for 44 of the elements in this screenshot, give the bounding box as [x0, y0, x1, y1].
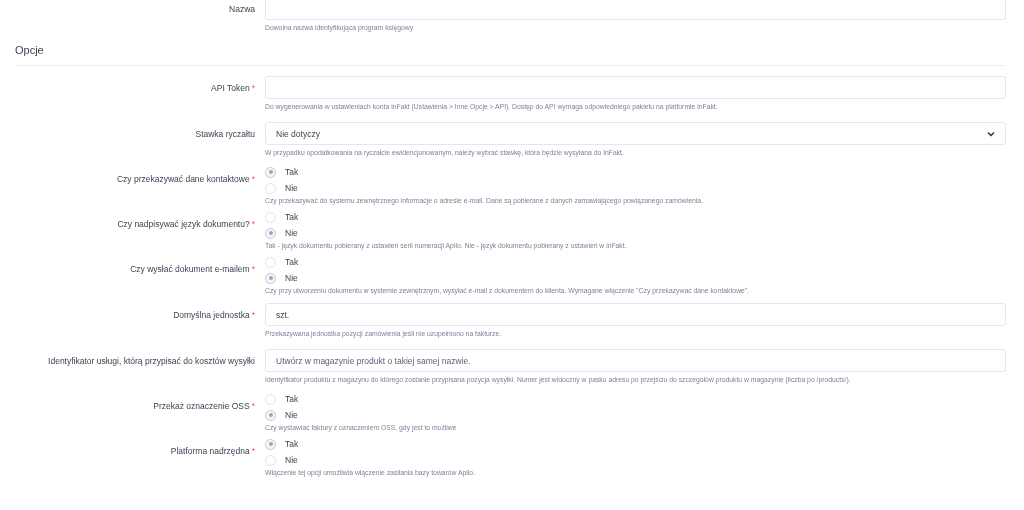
- radio-button[interactable]: [265, 227, 276, 239]
- required-mark: *: [251, 83, 255, 93]
- option-label[interactable]: Nie: [285, 455, 298, 465]
- option-label[interactable]: Tak: [285, 439, 299, 449]
- field-label: Czy przekazywać dane kontaktowe: [116, 174, 250, 184]
- required-mark: *: [251, 446, 255, 456]
- radio-button[interactable]: [265, 438, 276, 450]
- option-label[interactable]: Nie: [285, 410, 298, 420]
- required-mark: *: [251, 401, 255, 411]
- radio-button[interactable]: [265, 393, 276, 405]
- option-label[interactable]: Tak: [285, 167, 299, 177]
- chevron-down-icon: [987, 130, 995, 137]
- text-field[interactable]: szt.: [265, 303, 1006, 326]
- text-field[interactable]: [265, 76, 1006, 99]
- field-label: Identyfikator usługi, którą przypisać do kosztów wysyłki: [48, 356, 255, 366]
- radio-button[interactable]: [265, 454, 276, 466]
- field-label: Domyślna jednostka: [173, 310, 250, 320]
- radio-button[interactable]: [265, 256, 276, 268]
- field-label: Czy wysłać dokument e-mailem: [130, 264, 250, 274]
- option-label[interactable]: Tak: [285, 257, 299, 267]
- option-label[interactable]: Tak: [285, 394, 299, 404]
- select-dropdown[interactable]: Nie dotyczy: [265, 122, 1006, 145]
- required-mark: *: [251, 264, 255, 274]
- option-label[interactable]: Nie: [285, 273, 298, 283]
- field-label: Platforma nadrzędna: [170, 446, 250, 456]
- option-label[interactable]: Nie: [285, 228, 298, 238]
- radio-button[interactable]: [265, 409, 276, 421]
- radio-button[interactable]: [265, 182, 276, 194]
- field-label: API Token: [211, 83, 250, 93]
- option-label[interactable]: Tak: [285, 212, 299, 222]
- required-mark: *: [251, 310, 255, 320]
- option-label[interactable]: Nie: [285, 183, 298, 193]
- required-mark: *: [251, 174, 255, 184]
- radio-button[interactable]: [265, 272, 276, 284]
- required-mark: *: [251, 219, 255, 229]
- radio-button[interactable]: [265, 211, 276, 223]
- section-heading: Opcje: [15, 43, 44, 57]
- field-label: Nazwa: [229, 4, 255, 14]
- text-field[interactable]: Utwórz w magazynie produkt o takiej samej nazwie.: [265, 349, 1006, 372]
- radio-button[interactable]: [265, 166, 276, 178]
- text-field[interactable]: [265, 0, 1006, 20]
- field-label: Czy nadpisywać język dokumentu?: [117, 219, 250, 229]
- field-label: Stawka ryczałtu: [195, 129, 255, 139]
- field-label: Przekaż oznaczenie OSS: [153, 401, 250, 411]
